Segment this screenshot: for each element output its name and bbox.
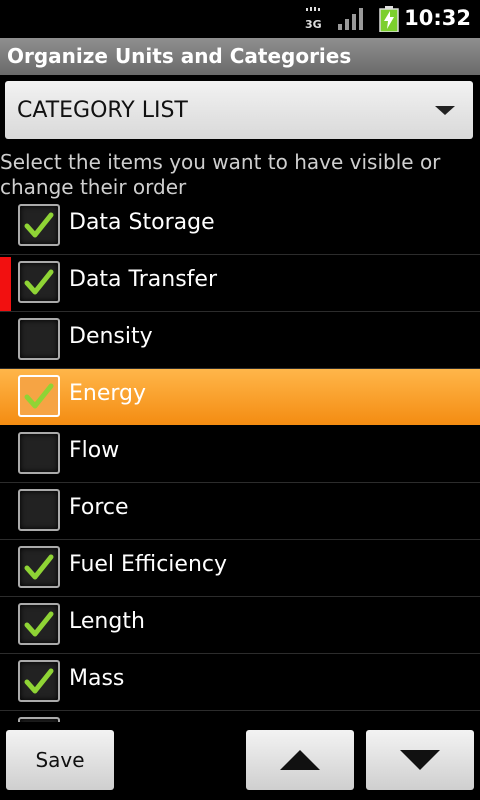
checkbox[interactable] xyxy=(18,603,60,645)
list-item[interactable]: Flow xyxy=(0,426,480,483)
save-button[interactable]: Save xyxy=(6,730,114,790)
list-item[interactable]: Data Storage xyxy=(0,198,480,255)
list-item-label: Force xyxy=(69,495,129,520)
drag-indicator xyxy=(0,257,11,311)
list-item-label: Mass xyxy=(69,666,125,691)
chevron-down-icon xyxy=(435,106,455,115)
svg-text:3G: 3G xyxy=(305,18,322,31)
check-icon xyxy=(24,383,54,409)
category-list[interactable]: Data Storage Data Transfer Density Energ… xyxy=(0,198,480,722)
list-item-label: Length xyxy=(69,609,145,634)
check-icon xyxy=(24,611,54,637)
list-item-label: Energy xyxy=(69,381,147,406)
spinner-selected-value: CATEGORY LIST xyxy=(17,98,188,123)
list-item-label: Data Storage xyxy=(69,210,215,235)
status-bar: 3G 10:32 xyxy=(0,0,480,38)
list-item-partial[interactable] xyxy=(0,711,480,722)
list-item-label: Flow xyxy=(69,438,120,463)
button-bar: Save xyxy=(0,722,480,800)
list-item-label: Fuel Efficiency xyxy=(69,552,228,577)
checkbox[interactable] xyxy=(18,261,60,303)
checkbox[interactable] xyxy=(18,204,60,246)
window-title: Organize Units and Categories xyxy=(7,44,352,68)
checkbox[interactable] xyxy=(18,660,60,702)
check-icon xyxy=(24,668,54,694)
list-item[interactable]: Length xyxy=(0,597,480,654)
list-item-label: Density xyxy=(69,324,153,349)
instructions-text: Select the items you want to have visibl… xyxy=(0,150,441,199)
list-item[interactable]: Mass xyxy=(0,654,480,711)
title-bar: Organize Units and Categories xyxy=(0,38,480,75)
arrow-up-icon xyxy=(280,750,320,770)
checkbox[interactable] xyxy=(18,432,60,474)
check-icon xyxy=(24,269,54,295)
spinner-area: CATEGORY LIST xyxy=(0,75,480,148)
list-item[interactable]: Force xyxy=(0,483,480,540)
3g-icon: 3G xyxy=(305,7,322,31)
category-list-spinner[interactable]: CATEGORY LIST xyxy=(5,81,473,139)
list-item-selected[interactable]: Energy xyxy=(0,369,480,425)
signal-icon xyxy=(338,8,363,30)
save-button-label: Save xyxy=(35,748,85,772)
list-item[interactable]: Fuel Efficiency xyxy=(0,540,480,597)
check-icon xyxy=(24,554,54,580)
checkbox[interactable] xyxy=(18,318,60,360)
arrow-down-icon xyxy=(400,750,440,770)
list-item[interactable]: Data Transfer xyxy=(0,255,480,312)
move-down-button[interactable] xyxy=(366,730,474,790)
status-time: 10:32 xyxy=(404,6,471,30)
checkbox[interactable] xyxy=(18,375,60,417)
checkbox[interactable] xyxy=(18,546,60,588)
move-up-button[interactable] xyxy=(246,730,354,790)
battery-charging-icon xyxy=(379,6,399,32)
list-item[interactable]: Density xyxy=(0,312,480,369)
check-icon xyxy=(24,212,54,238)
checkbox[interactable] xyxy=(18,489,60,531)
list-item-label: Data Transfer xyxy=(69,267,217,292)
